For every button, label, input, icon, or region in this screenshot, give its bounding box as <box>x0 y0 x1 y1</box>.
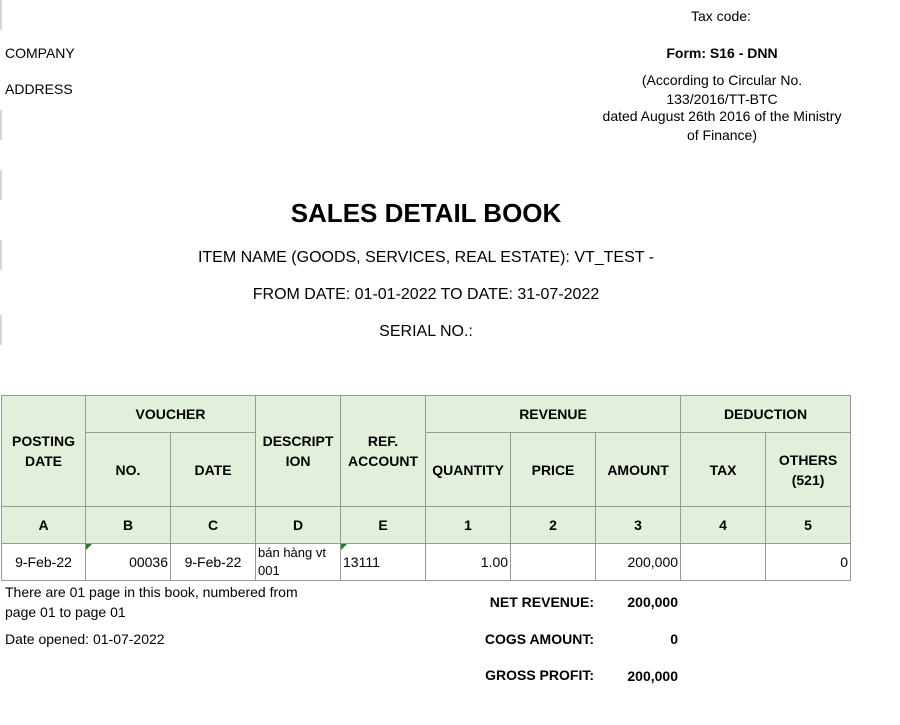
cell-ref-account[interactable]: 13111 <box>340 543 427 581</box>
address-label: ADDRESS <box>5 81 73 97</box>
column-letter: A <box>1 506 86 544</box>
serial-no: SERIAL NO.: <box>379 323 473 340</box>
circular-line: of Finance) <box>686 127 758 143</box>
column-letter: 2 <box>510 506 597 544</box>
cell-voucher-date[interactable]: 9-Feb-22 <box>169 543 257 581</box>
column-letter: E <box>340 506 427 544</box>
header-no: NO. <box>85 432 171 507</box>
cell-voucher-no[interactable]: 00036 <box>85 543 171 581</box>
cogs-value: 0 <box>670 631 678 647</box>
company-label: COMPANY <box>5 45 75 61</box>
header-voucher: VOUCHER <box>84 395 257 433</box>
header-amount: AMOUNT <box>595 432 682 507</box>
grid-line <box>0 170 2 200</box>
table-row: 9-Feb-22 00036 9-Feb-22 bán hàng vt 001 … <box>1 543 852 581</box>
grid-line <box>0 110 2 140</box>
tax-code-label: Tax code: <box>691 8 751 24</box>
column-letter: 4 <box>680 506 767 544</box>
header-price: PRICE <box>510 432 597 507</box>
header-ref-account: REF. ACCOUNT <box>340 395 427 507</box>
cell-tax[interactable] <box>680 543 767 581</box>
net-revenue-value: 200,000 <box>627 594 678 610</box>
column-letter: B <box>85 506 171 544</box>
header-revenue: REVENUE <box>425 395 682 433</box>
header-tax: TAX <box>680 432 767 507</box>
header-description: DESCRIPT ION <box>255 395 342 507</box>
header-posting-date: POSTING DATE <box>1 395 86 507</box>
item-name: ITEM NAME (GOODS, SERVICES, REAL ESTATE)… <box>197 249 655 266</box>
gross-profit-label: GROSS PROFIT: <box>485 667 594 683</box>
column-letter: C <box>169 506 257 544</box>
column-letter: 3 <box>595 506 682 544</box>
net-revenue-label: NET REVENUE: <box>489 594 594 610</box>
column-letter: 1 <box>425 506 512 544</box>
pages-note-line-2: page 01 to page 01 <box>5 604 126 620</box>
sales-detail-table: POSTING DATE VOUCHER DESCRIPT ION REF. A… <box>1 395 852 581</box>
cell-price[interactable] <box>510 543 597 581</box>
header-date: DATE <box>169 432 257 507</box>
column-letter: D <box>255 506 342 544</box>
header-deduction: DEDUCTION <box>680 395 852 433</box>
header-quantity: QUANTITY <box>425 432 512 507</box>
circular-line: dated August 26th 2016 of the Ministry <box>602 108 842 124</box>
cell-posting-date[interactable]: 9-Feb-22 <box>1 543 86 581</box>
grid-line <box>0 0 2 30</box>
date-range: FROM DATE: 01-01-2022 TO DATE: 31-07-202… <box>252 286 600 303</box>
cell-amount[interactable]: 200,000 <box>595 543 682 581</box>
cogs-label: COGS AMOUNT: <box>484 631 594 647</box>
gross-profit-value: 200,000 <box>627 668 678 684</box>
cell-quantity[interactable]: 1.00 <box>425 543 512 581</box>
page-title: SALES DETAIL BOOK <box>290 198 562 228</box>
cell-others[interactable]: 0 <box>765 543 852 581</box>
cell-text: 00036 <box>129 554 168 570</box>
header-others: OTHERS (521) <box>765 432 852 507</box>
pages-note-line-1: There are 01 page in this book, numbered… <box>5 584 298 600</box>
cell-description[interactable]: bán hàng vt 001 <box>255 543 342 581</box>
date-opened: Date opened: 01-07-2022 <box>5 631 165 647</box>
form-code: Form: S16 - DNN <box>666 45 778 61</box>
circular-line: (According to Circular No. <box>641 72 803 88</box>
column-letter: 5 <box>765 506 852 544</box>
circular-note: (According to Circular No. 133/2016/TT-B… <box>590 71 854 145</box>
cell-text: 13111 <box>343 554 380 570</box>
